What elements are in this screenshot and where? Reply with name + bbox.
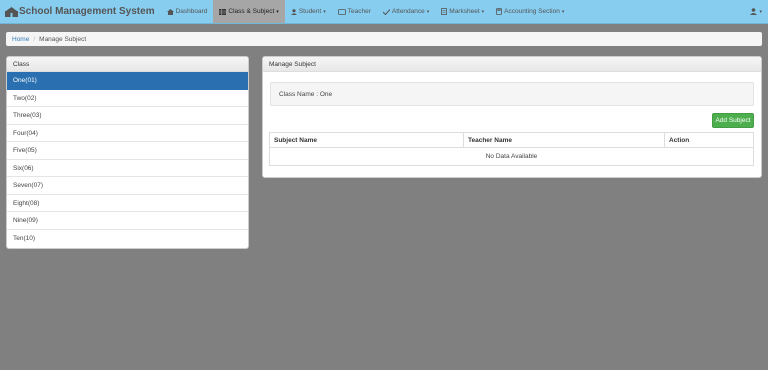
- class-item-three[interactable]: Three(03): [7, 107, 248, 125]
- nav-class-subject-label: Class & Subject: [228, 8, 275, 15]
- brand[interactable]: School Management System: [0, 0, 161, 23]
- breadcrumb: Home / Manage Subject: [6, 32, 762, 46]
- accounting-icon: [496, 8, 503, 15]
- nav-student[interactable]: Student ▾: [285, 0, 332, 23]
- class-item-one[interactable]: One(01): [7, 72, 248, 90]
- empty-message: No Data Available: [269, 147, 754, 166]
- table-header-row: Subject Name Teacher Name Action: [269, 132, 754, 148]
- breadcrumb-home-link[interactable]: Home: [12, 36, 29, 43]
- add-subject-button[interactable]: Add Subject: [712, 113, 754, 128]
- subject-table: Subject Name Teacher Name Action No Data…: [269, 132, 754, 166]
- chevron-down-icon: ▾: [276, 8, 279, 15]
- class-item-five[interactable]: Five(05): [7, 142, 248, 160]
- user-icon: [750, 8, 758, 15]
- class-list: One(01) Two(02) Three(03) Four(04) Five(…: [7, 72, 248, 247]
- user-icon: [290, 8, 297, 15]
- brand-title: School Management System: [19, 6, 155, 17]
- nav-dashboard[interactable]: Dashboard: [161, 0, 214, 23]
- marksheet-icon: [441, 8, 448, 15]
- nav-marksheet[interactable]: Marksheet ▾: [435, 0, 490, 23]
- manage-subject-heading: Manage Subject: [263, 57, 761, 72]
- class-item-four[interactable]: Four(04): [7, 125, 248, 142]
- nav-teacher[interactable]: Teacher: [332, 0, 377, 23]
- chevron-down-icon: ▾: [759, 8, 762, 15]
- table-icon: [219, 8, 227, 15]
- user-menu[interactable]: ▾: [750, 0, 762, 23]
- column-action: Action: [664, 132, 754, 148]
- table-row: No Data Available: [269, 147, 754, 166]
- nav-accounting[interactable]: Accounting Section ▾: [490, 0, 570, 23]
- teacher-icon: [337, 8, 346, 15]
- nav-attendance[interactable]: Attendance ▾: [377, 0, 435, 23]
- chevron-down-icon: ▾: [426, 8, 430, 15]
- nav-attendance-label: Attendance: [391, 8, 425, 15]
- class-panel-heading: Class: [7, 57, 248, 72]
- class-item-six[interactable]: Six(06): [7, 160, 248, 177]
- nav-student-label: Student: [298, 8, 322, 15]
- nav-class-subject[interactable]: Class & Subject ▾: [213, 0, 285, 23]
- chevron-down-icon: ▾: [561, 8, 565, 15]
- top-navbar: School Management System Dashboard Class…: [0, 0, 768, 24]
- class-item-ten[interactable]: Ten(10): [7, 230, 248, 248]
- home-icon: [166, 8, 174, 15]
- class-item-seven[interactable]: Seven(07): [7, 177, 248, 195]
- class-panel: Class One(01) Two(02) Three(03) Four(04)…: [6, 56, 249, 249]
- nav-marksheet-label: Marksheet: [449, 8, 480, 15]
- nav-accounting-label: Accounting Section: [504, 8, 560, 15]
- nav-dashboard-label: Dashboard: [175, 8, 208, 15]
- chevron-down-icon: ▾: [481, 8, 485, 15]
- class-name-info: Class Name : One: [270, 82, 754, 106]
- attendance-icon: [382, 8, 390, 15]
- class-item-eight[interactable]: Eight(08): [7, 195, 248, 212]
- column-subject-name: Subject Name: [269, 132, 464, 148]
- breadcrumb-separator: /: [33, 35, 36, 43]
- breadcrumb-current: Manage Subject: [39, 35, 87, 43]
- class-item-two[interactable]: Two(02): [7, 90, 248, 107]
- chevron-down-icon: ▾: [323, 8, 326, 15]
- nav-teacher-label: Teacher: [347, 8, 371, 15]
- column-teacher-name: Teacher Name: [463, 132, 665, 148]
- manage-subject-panel: Manage Subject Class Name : One Add Subj…: [262, 56, 762, 178]
- class-item-nine[interactable]: Nine(09): [7, 212, 248, 230]
- school-icon: [5, 6, 18, 17]
